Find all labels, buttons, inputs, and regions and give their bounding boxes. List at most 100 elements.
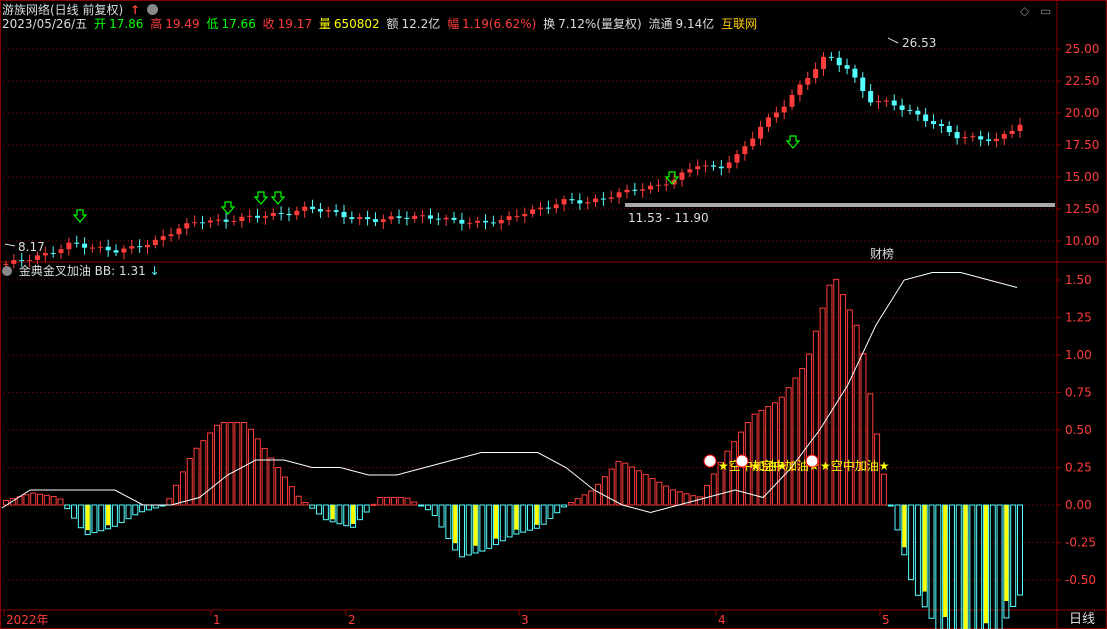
- indicator-bar: [486, 504, 493, 549]
- indicator-bar: [411, 501, 418, 506]
- candle-body: [860, 77, 866, 92]
- indicator-bar: [363, 504, 370, 513]
- indicator-bar: [186, 457, 193, 506]
- candle-body: [954, 132, 960, 139]
- candle-body: [144, 245, 150, 248]
- candle-body: [710, 165, 716, 167]
- candle-body: [89, 247, 95, 249]
- up-arrow-icon: ↑: [130, 3, 141, 17]
- indicator-bar: [880, 473, 887, 506]
- candle-body: [66, 242, 72, 250]
- indicator-bar: [23, 494, 30, 506]
- dropdown-icon[interactable]: [146, 4, 158, 15]
- candle-body: [302, 206, 308, 211]
- indicator-fill-bar: [453, 505, 458, 544]
- candle-body: [844, 65, 850, 69]
- candle-body: [255, 215, 261, 218]
- range-label: 11.53 - 11.90: [628, 211, 709, 225]
- signal-marker-icon: [805, 454, 819, 468]
- signal-label: ★空中加油★: [820, 458, 890, 473]
- candle-body: [828, 56, 834, 58]
- indicator-bar: [567, 501, 574, 506]
- candle-body: [443, 217, 449, 220]
- candle-body: [490, 222, 496, 224]
- indicator-bar: [806, 353, 813, 506]
- candle-body: [294, 210, 300, 216]
- indicator-bar: [785, 387, 792, 506]
- candle-body: [931, 121, 937, 125]
- indicator-bar: [649, 477, 656, 506]
- indicator-bar: [295, 495, 302, 506]
- candle-body: [184, 223, 190, 229]
- settings-circle-icon[interactable]: [2, 266, 12, 276]
- chart-canvas[interactable]: 25.0022.5020.0017.5015.0012.5010.0011.53…: [0, 0, 1107, 629]
- indicator-bar: [302, 501, 309, 506]
- indicator-bar: [853, 324, 860, 506]
- indicator-tick-label: 1.25: [1065, 311, 1092, 325]
- candle-body: [247, 215, 253, 217]
- indicator-bar: [125, 504, 132, 520]
- indicator-bar: [819, 307, 826, 506]
- low-marker-label: 8.17: [18, 240, 45, 254]
- candle-body: [270, 212, 276, 217]
- sector-tag[interactable]: 互联网: [721, 17, 757, 31]
- price-tick-label: 12.50: [1065, 202, 1099, 216]
- candle-body: [923, 114, 929, 122]
- indicator-tick-label: -0.25: [1065, 536, 1096, 550]
- indicator-bar: [43, 494, 50, 506]
- signal-marker-icon: [703, 454, 717, 468]
- candle-body: [545, 207, 551, 209]
- candle-body: [805, 78, 811, 85]
- float-shares: 流通 9.14亿: [648, 17, 715, 31]
- panel-toggle-icon[interactable]: ▭: [1040, 4, 1051, 18]
- candle-body: [435, 218, 441, 220]
- down-arrow-icon: ↓: [149, 264, 160, 278]
- indicator-bar: [581, 494, 588, 506]
- candle-body: [498, 219, 504, 224]
- down-signal-arrow-icon: [253, 191, 269, 205]
- close: 收 19.17: [262, 17, 313, 31]
- indicator-bar: [241, 422, 248, 506]
- indicator-bar: [77, 504, 84, 529]
- signal-marker-icon: [735, 454, 749, 468]
- indicator-fill-bar: [963, 505, 968, 629]
- indicator-fill-bar: [943, 505, 948, 618]
- indicator-fill-bar: [922, 505, 927, 592]
- candle-body: [514, 216, 520, 218]
- indicator-bar: [561, 504, 568, 508]
- indicator-tick-label: 0.25: [1065, 461, 1092, 475]
- candle-body: [836, 57, 842, 66]
- candle-body: [750, 138, 756, 147]
- candle-body: [553, 204, 559, 209]
- period-label[interactable]: 日线: [1057, 610, 1107, 629]
- candle-body: [640, 189, 646, 191]
- diamond-icon[interactable]: ◇: [1020, 4, 1029, 18]
- candle-body: [876, 101, 882, 103]
- x-axis-label: 5: [882, 613, 890, 627]
- indicator-fill-bar: [106, 505, 111, 526]
- indicator-bar: [404, 497, 411, 506]
- indicator-bar: [118, 504, 125, 523]
- indicator-bar: [527, 504, 534, 531]
- date: 2023/05/26/五: [2, 17, 88, 31]
- candle-body: [765, 117, 771, 127]
- indicator-bar: [268, 457, 275, 506]
- candle-body: [530, 209, 536, 214]
- price-tick-label: 22.50: [1065, 74, 1099, 88]
- indicator-tick-label: 0.75: [1065, 386, 1092, 400]
- indicator-bar: [71, 504, 78, 519]
- indicator-fill-bar: [534, 505, 539, 525]
- indicator-bar: [622, 462, 629, 506]
- indicator-bar: [377, 497, 384, 506]
- indicator-bar: [343, 504, 350, 527]
- candle-body: [648, 185, 654, 190]
- indicator-bar: [37, 493, 44, 506]
- indicator-bar: [601, 476, 608, 506]
- turnover: 换 7.12%(量复权): [543, 17, 642, 31]
- candle-body: [593, 198, 599, 203]
- indicator-name[interactable]: 金典金叉加油: [19, 264, 91, 278]
- candle-body: [663, 184, 669, 186]
- indicator-bar: [282, 476, 289, 506]
- indicator-bar: [234, 422, 241, 506]
- indicator-bar: [356, 504, 363, 521]
